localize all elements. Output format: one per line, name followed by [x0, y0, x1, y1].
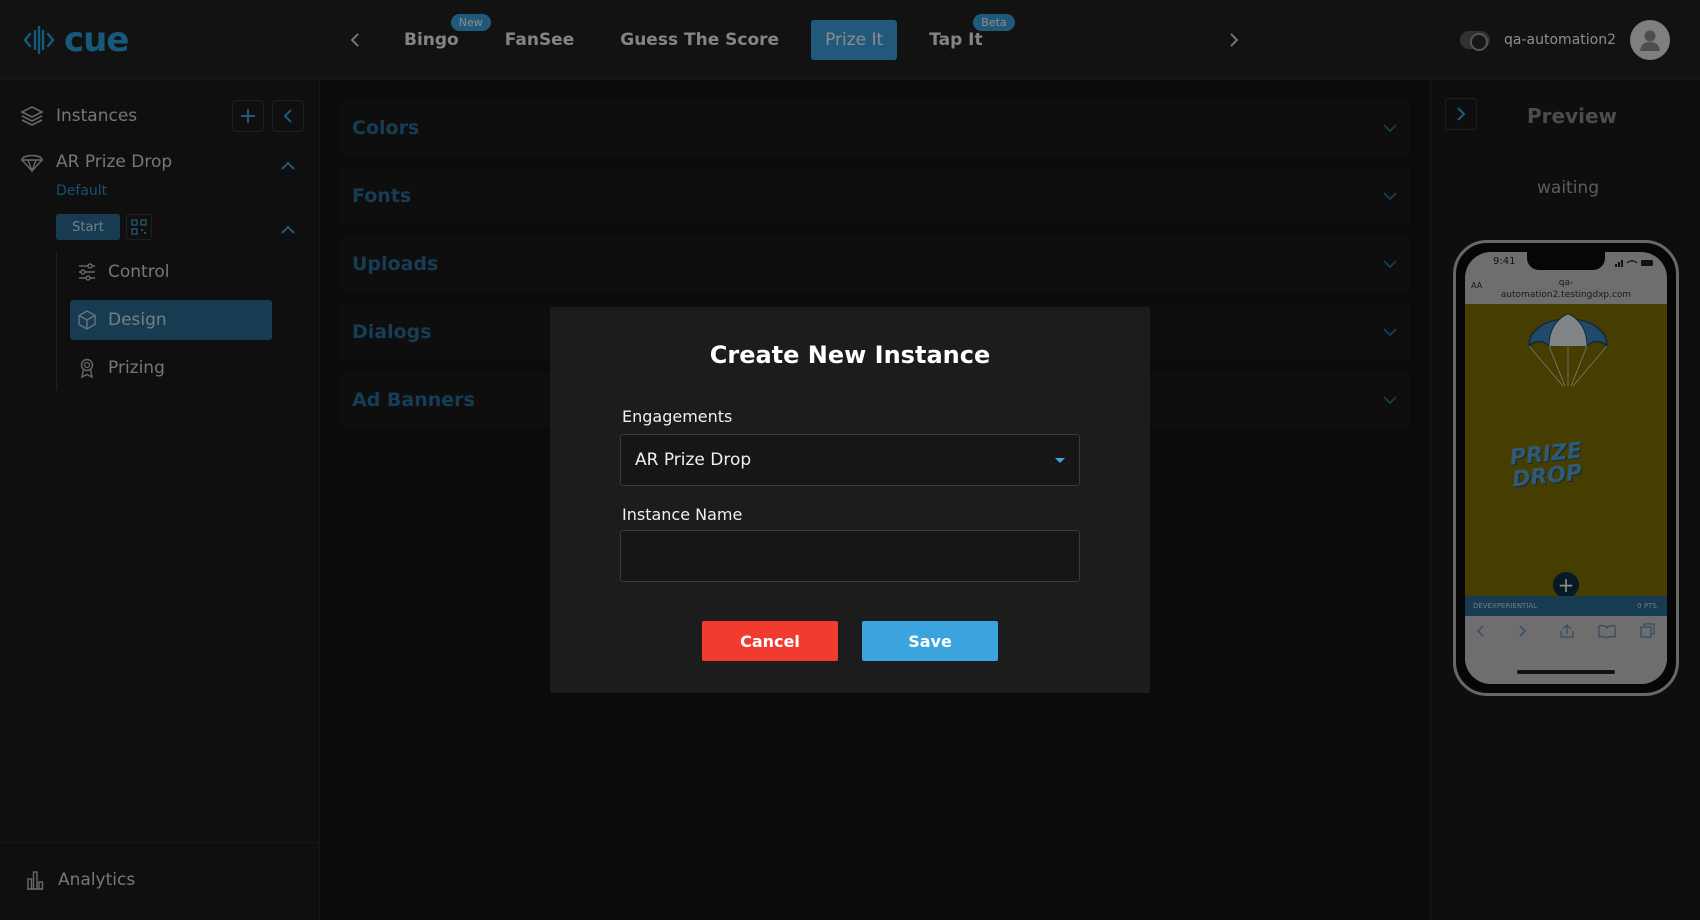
caret-down-icon [1055, 457, 1065, 463]
instance-name-label: Instance Name [622, 505, 743, 524]
engagements-value: AR Prize Drop [635, 450, 752, 470]
engagements-select[interactable]: AR Prize Drop [620, 434, 1080, 486]
create-instance-dialog: Create New Instance Engagements AR Prize… [550, 307, 1150, 693]
save-button[interactable]: Save [862, 621, 998, 661]
cancel-button[interactable]: Cancel [702, 621, 838, 661]
dialog-title: Create New Instance [709, 341, 991, 369]
engagements-label: Engagements [622, 407, 733, 426]
instance-name-input[interactable] [620, 530, 1080, 582]
